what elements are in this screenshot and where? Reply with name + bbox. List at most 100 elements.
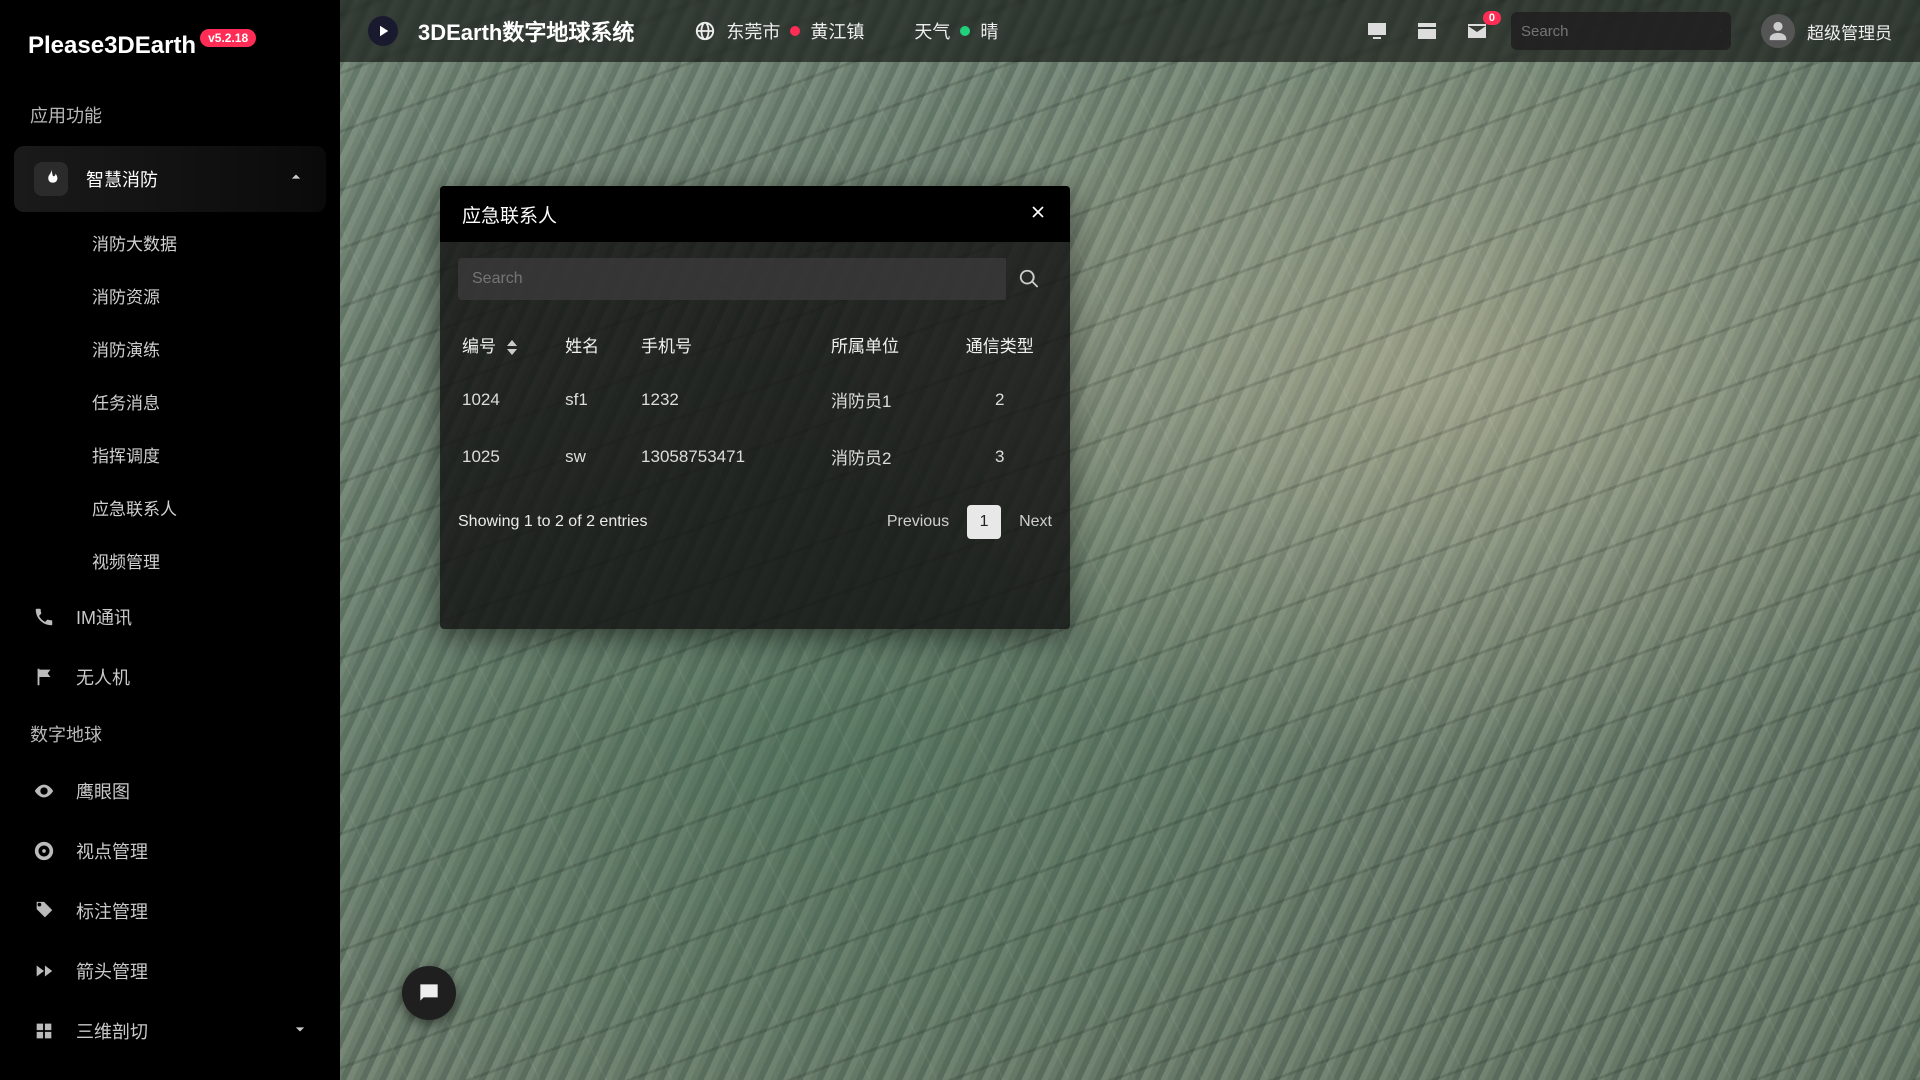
panel-header: 应急联系人 [440,186,1070,242]
mail-icon[interactable]: 0 [1463,17,1491,45]
weather-group: 天气 晴 [914,18,998,44]
sidebar-item-label: 无人机 [76,664,130,690]
panel-title: 应急联系人 [462,201,557,228]
col-comm-label: 通信类型 [966,337,1034,356]
sidebar-item-label: 三维剖切 [76,1018,148,1044]
panel-footer: Showing 1 to 2 of 2 entries Previous 1 N… [440,485,1070,539]
sidebar-item-label: IM通讯 [76,604,132,630]
col-name-label: 姓名 [565,337,599,356]
sidebar-item-label: 智慧消防 [86,166,158,192]
globe-icon [694,20,716,42]
sidebar-sub-emergency-contact[interactable]: 应急联系人 [0,481,340,534]
col-comm[interactable]: 通信类型 [940,318,1061,371]
panel-search-button[interactable] [1006,258,1052,300]
avatar-icon [1761,14,1795,48]
window-icon[interactable] [1413,17,1441,45]
cut-icon [30,1017,58,1045]
panel-search-input[interactable] [458,258,1006,300]
app-title: 3DEarth数字地球系统 [418,15,634,47]
main-viewport[interactable]: 3DEarth数字地球系统 东莞市 黄江镇 天气 晴 0 [340,0,1920,1080]
sidebar-item-viewpoints[interactable]: 视点管理 [0,821,340,881]
user-name: 超级管理员 [1807,19,1892,44]
previous-button[interactable]: Previous [887,513,949,531]
sidebar-item-im[interactable]: IM通讯 [0,587,340,647]
table-header-row: 编号 姓名 手机号 所属单位 通信类型 [450,318,1060,371]
sidebar-sub-video-mgmt[interactable]: 视频管理 [0,534,340,587]
sidebar-sub-fire-drill[interactable]: 消防演练 [0,322,340,375]
sidebar-item-smart-fire[interactable]: 智慧消防 [14,146,326,212]
entries-text: Showing 1 to 2 of 2 entries [458,513,647,531]
col-id-label: 编号 [462,337,496,356]
app-logo-icon [368,16,398,46]
cell-comm: 3 [940,428,1061,485]
sidebar-item-label: 标注管理 [76,898,148,924]
col-name[interactable]: 姓名 [553,318,629,371]
weather-label: 天气 [914,18,950,44]
sidebar-sub-fire-bigdata[interactable]: 消防大数据 [0,216,340,269]
topbar: 3DEarth数字地球系统 东莞市 黄江镇 天气 晴 0 [340,0,1920,62]
col-phone-label: 手机号 [641,337,692,356]
cell-comm: 2 [940,371,1061,428]
eye-icon [30,777,58,805]
dot-green-icon [960,26,970,36]
topbar-search-input[interactable] [1521,23,1720,40]
monitor-icon[interactable] [1363,17,1391,45]
page-current[interactable]: 1 [967,505,1001,539]
sidebar: Please3DEarth v5.2.18 应用功能 智慧消防 消防大数据 消防… [0,0,340,1080]
weather-value: 晴 [980,18,998,44]
brand: Please3DEarth v5.2.18 [0,24,340,88]
col-phone[interactable]: 手机号 [629,318,819,371]
forward-icon [30,957,58,985]
target-icon [30,837,58,865]
chat-button[interactable] [402,966,456,1020]
chevron-up-icon [286,167,306,192]
panel-search [458,258,1052,300]
emergency-contacts-panel: 应急联系人 编号 [440,186,1070,629]
version-badge: v5.2.18 [200,29,256,47]
sidebar-sub-fire-resource[interactable]: 消防资源 [0,269,340,322]
table-row[interactable]: 1024 sf1 1232 消防员1 2 [450,371,1060,428]
cell-phone: 1232 [629,371,819,428]
pager: Previous 1 Next [887,505,1052,539]
close-button[interactable] [1028,202,1048,227]
cell-name: sw [553,428,629,485]
cell-id: 1024 [450,371,553,428]
cell-unit: 消防员2 [819,428,939,485]
cell-phone: 13058753471 [629,428,819,485]
sidebar-item-label: 箭头管理 [76,958,148,984]
topbar-icons: 0 [1363,17,1491,45]
cell-unit: 消防员1 [819,371,939,428]
location-group: 东莞市 黄江镇 [694,18,864,44]
section-title-apps: 应用功能 [0,88,340,142]
sidebar-sub-command[interactable]: 指挥调度 [0,428,340,481]
sidebar-sub-task-msg[interactable]: 任务消息 [0,375,340,428]
sidebar-item-3d-clip[interactable]: 三维剖切 [0,1001,340,1061]
col-unit-label: 所属单位 [831,337,899,356]
cell-id: 1025 [450,428,553,485]
sidebar-item-label: 视点管理 [76,838,148,864]
city-label: 东莞市 [726,18,780,44]
sidebar-item-eagle-eye[interactable]: 鹰眼图 [0,761,340,821]
chevron-down-icon [290,1019,310,1044]
contacts-table: 编号 姓名 手机号 所属单位 通信类型 1024 sf1 12 [450,318,1060,485]
sidebar-item-annotation[interactable]: 标注管理 [0,881,340,941]
sort-icon[interactable] [507,339,517,356]
tag-icon [30,897,58,925]
district-label: 黄江镇 [810,18,864,44]
col-unit[interactable]: 所属单位 [819,318,939,371]
search-icon[interactable] [1720,21,1721,41]
cell-name: sf1 [553,371,629,428]
next-button[interactable]: Next [1019,513,1052,531]
brand-name: Please3DEarth [28,32,196,60]
sidebar-item-arrow[interactable]: 箭头管理 [0,941,340,1001]
table-row[interactable]: 1025 sw 13058753471 消防员2 3 [450,428,1060,485]
fire-icon [34,162,68,196]
topbar-search[interactable] [1511,12,1731,50]
col-id[interactable]: 编号 [450,318,553,371]
sidebar-item-label: 鹰眼图 [76,778,130,804]
user-menu[interactable]: 超级管理员 [1761,14,1892,48]
flag-icon [30,663,58,691]
sidebar-item-drone[interactable]: 无人机 [0,647,340,707]
mail-badge: 0 [1483,11,1501,25]
phone-icon [30,603,58,631]
